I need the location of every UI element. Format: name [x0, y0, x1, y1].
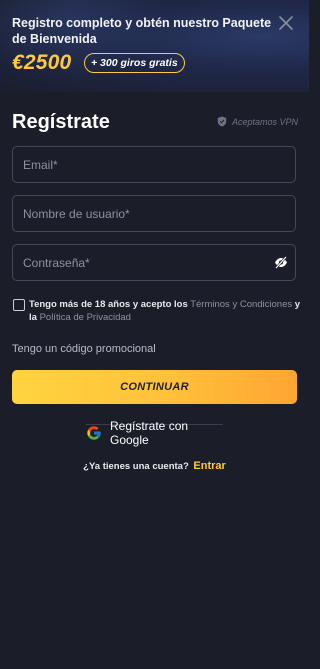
- page-title: Regístrate: [12, 111, 110, 133]
- login-prompt: ¿Ya tienes una cuenta? Entrar: [0, 460, 309, 472]
- terms-text: Tengo más de 18 años y acepto los Términ…: [29, 298, 301, 324]
- age-terms-checkbox[interactable]: [13, 299, 25, 311]
- login-question: ¿Ya tienes una cuenta?: [83, 461, 189, 472]
- terms-prefix: Tengo más de 18 años y acepto los: [29, 299, 188, 310]
- close-icon[interactable]: [279, 16, 293, 30]
- welcome-banner: Registro completo y obtén nuestro Paquet…: [0, 0, 309, 92]
- username-field-wrapper: [12, 195, 296, 232]
- continue-button[interactable]: CONTINUAR: [12, 370, 297, 404]
- free-spins-badge: + 300 giros gratis: [84, 53, 185, 73]
- privacy-link[interactable]: Política de Privacidad: [40, 312, 131, 323]
- shield-icon: [217, 116, 227, 127]
- google-icon: [87, 426, 101, 440]
- vpn-label: Aceptamos VPN: [231, 116, 298, 127]
- vpn-notice: Aceptamos VPN: [217, 116, 298, 127]
- google-signup-button[interactable]: Regístrate con Google: [86, 419, 226, 447]
- promo-code-toggle[interactable]: Tengo un código promocional: [12, 343, 156, 355]
- login-link[interactable]: Entrar: [193, 460, 225, 472]
- email-field[interactable]: [23, 147, 273, 182]
- google-signup-label: Regístrate con Google: [110, 419, 189, 447]
- terms-link[interactable]: Términos y Condiciones: [190, 299, 292, 310]
- username-field[interactable]: [23, 196, 273, 231]
- banner-text: Registro completo y obtén nuestro Paquet…: [12, 16, 272, 46]
- eye-off-icon[interactable]: [274, 256, 288, 269]
- password-field[interactable]: [23, 245, 273, 280]
- email-field-wrapper: [12, 146, 296, 183]
- password-field-wrapper: [12, 244, 296, 281]
- bonus-amount: €2500: [12, 51, 72, 74]
